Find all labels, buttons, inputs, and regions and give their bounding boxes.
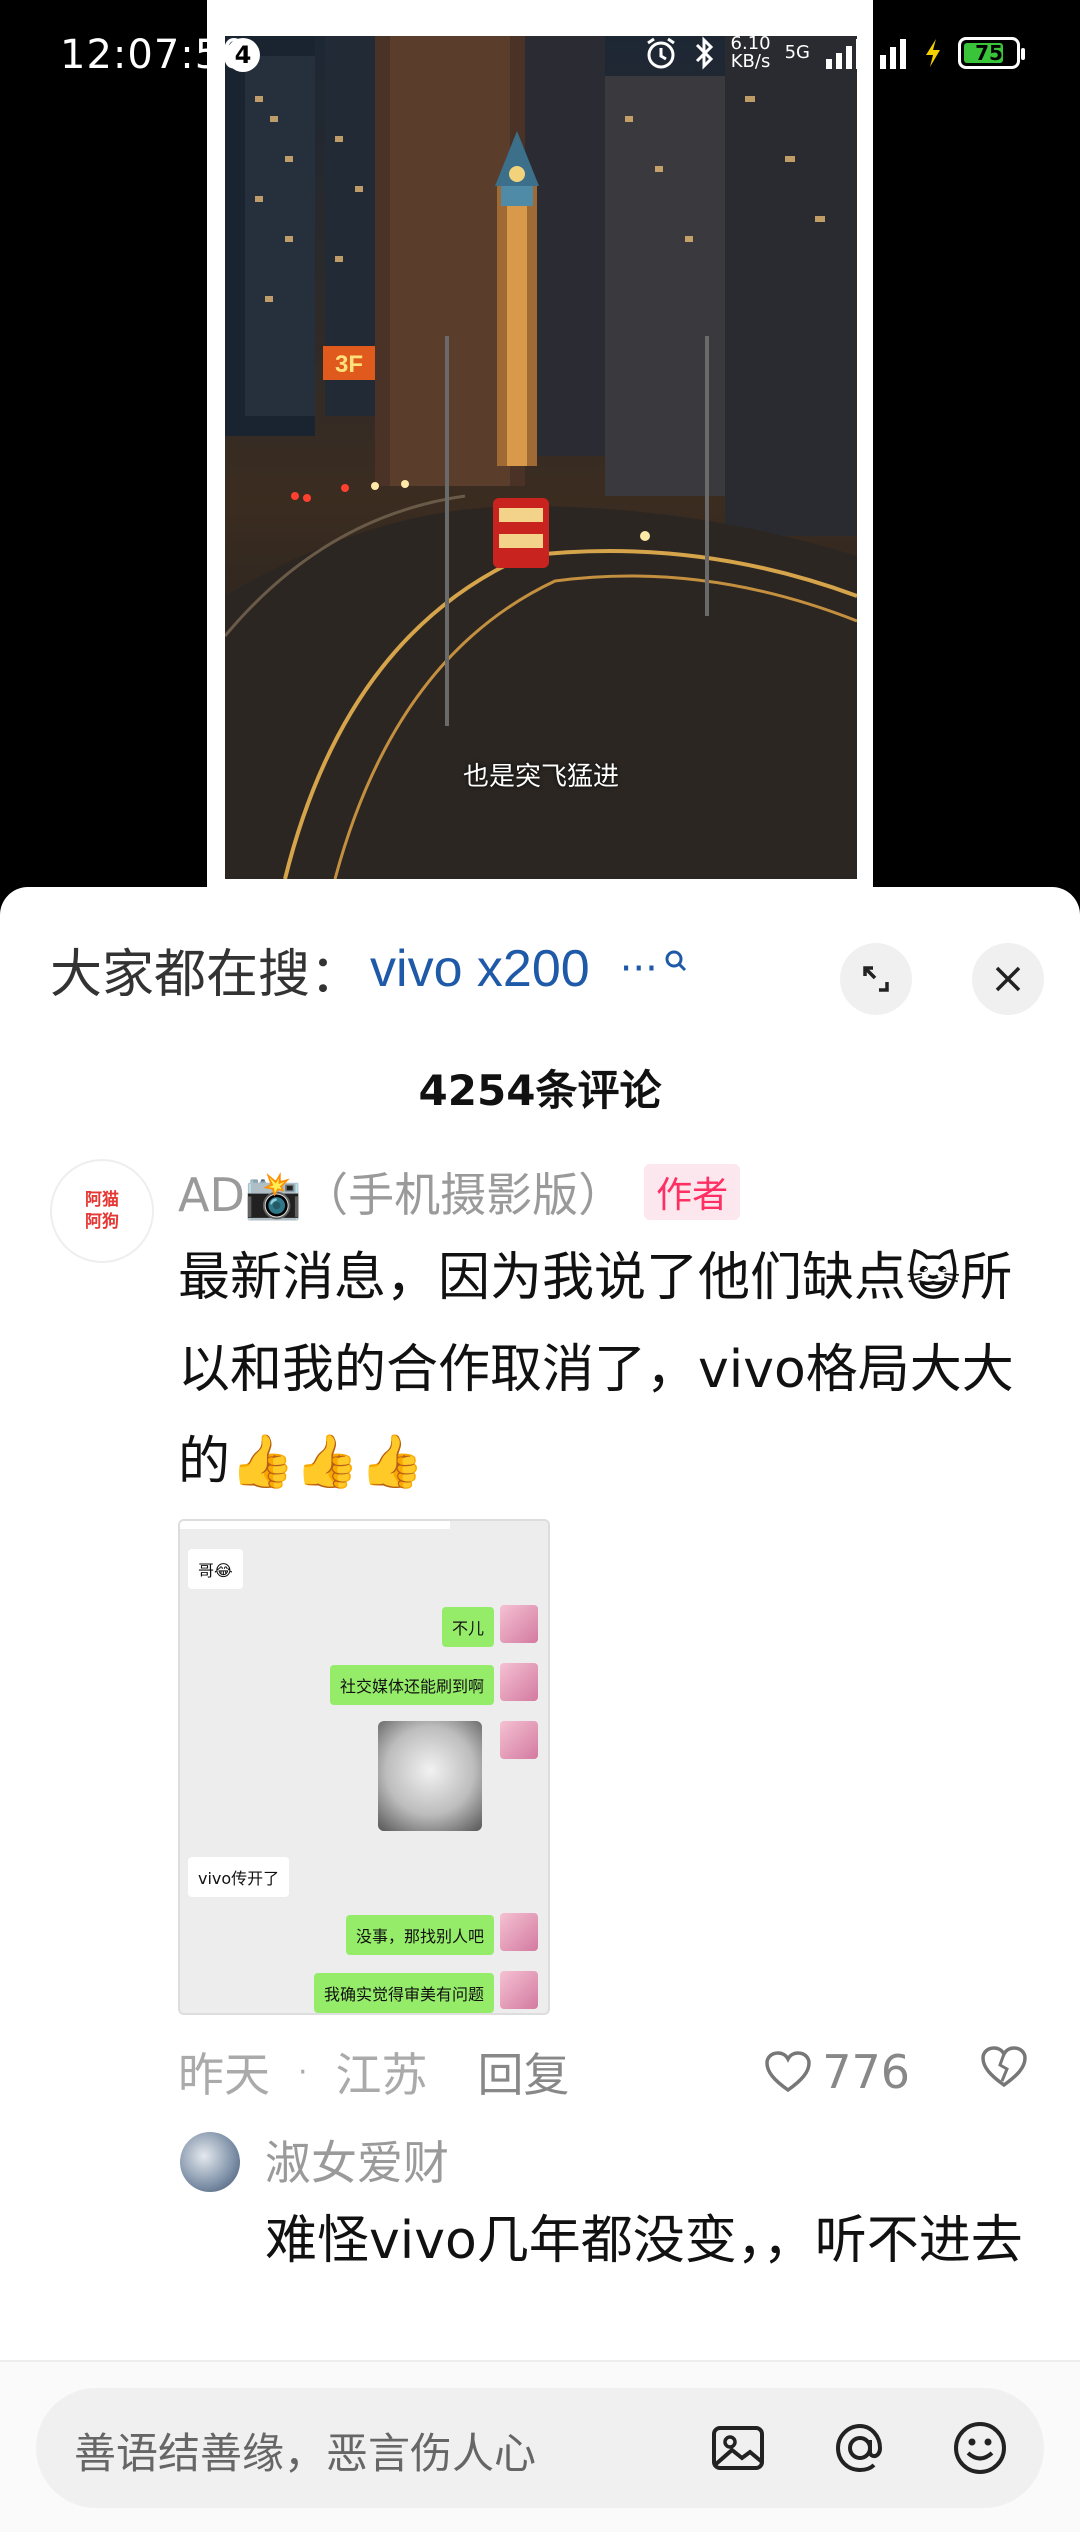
- like-button[interactable]: 776: [764, 2045, 910, 2099]
- chat-avatar: [500, 1663, 538, 1701]
- reply-author[interactable]: 淑女爱财: [265, 2127, 449, 2193]
- chat-bubble: 我确实觉得审美有问题: [313, 1973, 494, 2013]
- bluetooth-icon: [695, 36, 713, 70]
- trending-search[interactable]: 大家都在搜： vivo x200 ···: [50, 929, 688, 1009]
- search-icon: [665, 950, 686, 972]
- comment-sheet: 大家都在搜： vivo x200 ··· 4254条评论 阿猫 阿狗 AD📸（手…: [0, 887, 1080, 2532]
- chat-avatar: [500, 1971, 538, 2009]
- chat-bubble: vivo传开了: [188, 1857, 290, 1897]
- video-subtitle: 也是突飞猛进: [462, 762, 619, 792]
- status-time: 12:07:50: [60, 32, 248, 78]
- status-icons: 6.10 KB/s 5G 75: [643, 28, 1025, 78]
- notification-count-badge: 4: [226, 38, 260, 72]
- comment-input-placeholder: 善语结善缘，恶言伤人心: [74, 2429, 537, 2478]
- image-icon[interactable]: [708, 2418, 768, 2478]
- comment-image[interactable]: 哥😂 不儿社交媒体还能刷到啊 vivo传开了没事，那找别人吧我确实觉得审美有问题: [178, 1519, 550, 2015]
- signal-icon-2: [880, 39, 906, 69]
- alarm-icon: [646, 37, 675, 69]
- battery-indicator: 75: [958, 37, 1025, 69]
- author-badge: 作者: [644, 1164, 741, 1220]
- chat-bubble: 哥😂: [188, 1549, 243, 1589]
- chat-avatar: [500, 1721, 538, 1759]
- chat-bubble: 没事，那找别人吧: [345, 1915, 494, 1955]
- trending-search-more: ···: [619, 946, 658, 992]
- net-speed: 6.10 KB/s: [730, 33, 771, 72]
- close-button[interactable]: [972, 943, 1044, 1015]
- comment-author[interactable]: AD📸（手机摄影版） 作者: [178, 1159, 741, 1225]
- reply-button[interactable]: 回复: [478, 2039, 570, 2105]
- charging-icon: [926, 39, 940, 67]
- comment-author-name[interactable]: AD📸（手机摄影版）: [178, 1159, 624, 1225]
- building-sign: 3F: [335, 351, 363, 378]
- comment-location: 江苏: [335, 2048, 428, 2102]
- chat-bubble: 社交媒体还能刷到啊: [329, 1665, 494, 1705]
- comment-input[interactable]: 善语结善缘，恶言伤人心: [36, 2388, 1044, 2508]
- city-scene-image: 3F: [225, 36, 857, 879]
- expand-icon: [863, 966, 889, 992]
- like-count: 776: [822, 2045, 910, 2099]
- trending-search-label: 大家都在搜：: [50, 944, 363, 1005]
- reply-avatar[interactable]: [180, 2132, 240, 2192]
- trending-search-term[interactable]: vivo x200: [370, 939, 590, 999]
- comment-time: 昨天: [178, 2048, 270, 2102]
- comment-text: 最新消息，因为我说了他们缺点😺所以和我的合作取消了，vivo格局大大的👍👍👍: [178, 1248, 1014, 1492]
- mention-icon[interactable]: [830, 2418, 890, 2478]
- dislike-button[interactable]: [980, 2045, 1028, 2100]
- close-icon: [995, 966, 1021, 992]
- comment-count: 4254条评论: [418, 1066, 662, 1115]
- heart-icon: [765, 2051, 811, 2093]
- network-type: 5G: [784, 42, 810, 63]
- avatar[interactable]: 阿猫 阿狗: [50, 1159, 154, 1263]
- comment-input-bar: 善语结善缘，恶言伤人心: [0, 2360, 1080, 2532]
- video-player[interactable]: 3F 也是突飞猛进: [225, 36, 857, 879]
- expand-button[interactable]: [840, 943, 912, 1015]
- signal-icon: [826, 39, 862, 69]
- comment-meta: 昨天 · 江苏 回复 776: [178, 2037, 1028, 2107]
- chat-avatar: [500, 1605, 538, 1643]
- reply-text: 难怪vivo几年都没变，，听不进去: [265, 2211, 1023, 2271]
- emoji-icon[interactable]: [950, 2418, 1010, 2478]
- status-bar: 12:07:50 4 6.10 KB/s 5G 75: [0, 0, 1080, 110]
- chat-avatar: [500, 1913, 538, 1951]
- broken-heart-icon: [981, 2045, 1027, 2087]
- meme-sticker: [378, 1721, 482, 1831]
- chat-bubble: 不儿: [441, 1607, 494, 1647]
